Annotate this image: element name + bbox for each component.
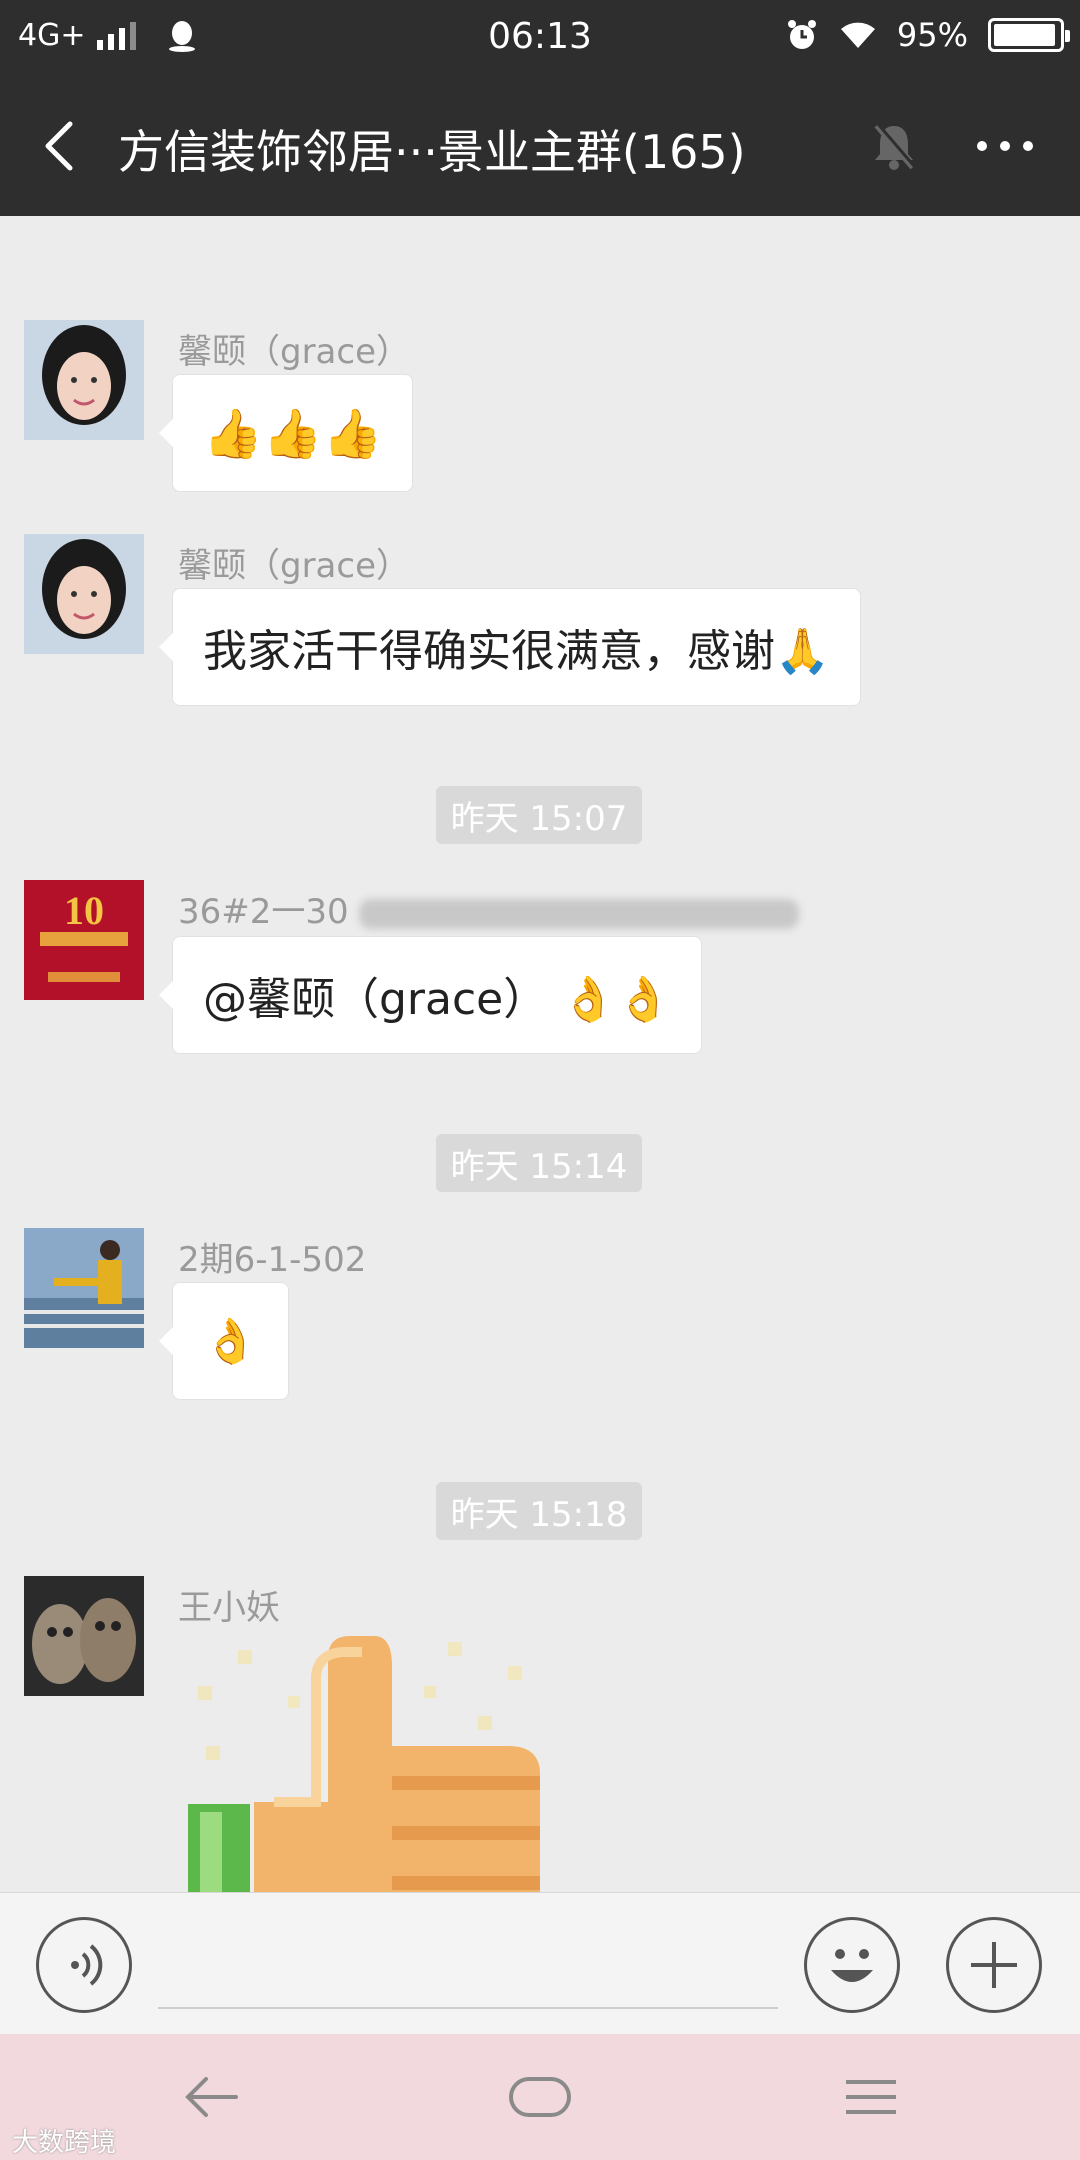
chat-header: 方信装饰邻居···景业主群(165): [0, 76, 1080, 216]
watermark-text: 大数跨境: [12, 2128, 117, 2158]
timestamp: 昨天 15:07: [436, 786, 642, 844]
sender-name: 王小妖: [178, 1588, 280, 1628]
message-text: 👌: [203, 1316, 258, 1367]
emoji-button[interactable]: [804, 1917, 900, 2013]
home-nav-icon: [509, 2077, 571, 2117]
status-bar: 4G+ 06:13 95%: [0, 0, 1080, 76]
voice-button[interactable]: [36, 1917, 132, 2013]
plus-button[interactable]: [946, 1917, 1042, 2013]
emoji-icon: [831, 1949, 873, 1982]
redacted-name: [359, 898, 800, 929]
timestamp: 昨天 15:18: [436, 1482, 642, 1540]
chat-area[interactable]: 馨颐（grace） 👍👍👍 馨颐（grace） 我家活干得确实很满意，感谢🙏 昨…: [0, 216, 1080, 1892]
sender-name: 馨颐（grace）: [178, 546, 411, 586]
battery-percent: 95%: [896, 16, 968, 54]
back-nav-icon: [185, 2077, 238, 2117]
thumbs-up-sticker[interactable]: [178, 1626, 558, 1892]
plus-icon: [971, 1942, 1017, 1988]
status-right: 95%: [785, 16, 1070, 54]
menu-nav-icon: [846, 2080, 896, 2114]
svg-text:10: 10: [64, 888, 104, 933]
more-button[interactable]: [970, 116, 1040, 176]
alarm-icon: [787, 20, 816, 49]
chat-title: 方信装饰邻居···景业主群(165): [118, 125, 746, 179]
back-arrow-icon: [45, 121, 73, 171]
nav-home-button[interactable]: [495, 2062, 585, 2132]
message-bubble[interactable]: 👌: [159, 1282, 289, 1400]
timestamp: 昨天 15:14: [436, 1134, 642, 1192]
battery-icon: [988, 18, 1070, 52]
avatar[interactable]: [24, 320, 144, 440]
back-button[interactable]: [30, 114, 94, 178]
avatar[interactable]: [24, 1228, 144, 1348]
nav-back-button[interactable]: [166, 2062, 256, 2132]
sender-name: 36#2一30: [178, 884, 800, 933]
message-input[interactable]: [158, 1921, 778, 2009]
message-bubble[interactable]: 我家活干得确实很满意，感谢🙏: [159, 588, 861, 706]
input-bar: [0, 1892, 1080, 2034]
nav-menu-button[interactable]: [826, 2062, 916, 2132]
avatar[interactable]: [24, 1576, 144, 1696]
watermark: 大数跨境: [12, 2122, 116, 2159]
message-bubble[interactable]: @馨颐（grace） 👌👌: [159, 936, 702, 1054]
message-text: 我家活干得确实很满意，感谢🙏: [203, 626, 830, 677]
sender-name: 馨颐（grace）: [178, 332, 411, 372]
wifi-icon: [840, 22, 875, 48]
sender-name: 2期6-1-502: [178, 1240, 367, 1280]
message-text: @馨颐（grace） 👌👌: [203, 974, 671, 1025]
voice-icon: [71, 1944, 103, 1986]
mute-bell-icon: [866, 118, 922, 174]
message-bubble[interactable]: 👍👍👍: [158, 374, 414, 492]
avatar[interactable]: 10: [24, 880, 144, 1000]
more-icon: [977, 141, 1033, 151]
avatar[interactable]: [24, 534, 144, 654]
message-text: 👍👍👍: [203, 405, 383, 462]
navigation-bar: [0, 2034, 1080, 2160]
